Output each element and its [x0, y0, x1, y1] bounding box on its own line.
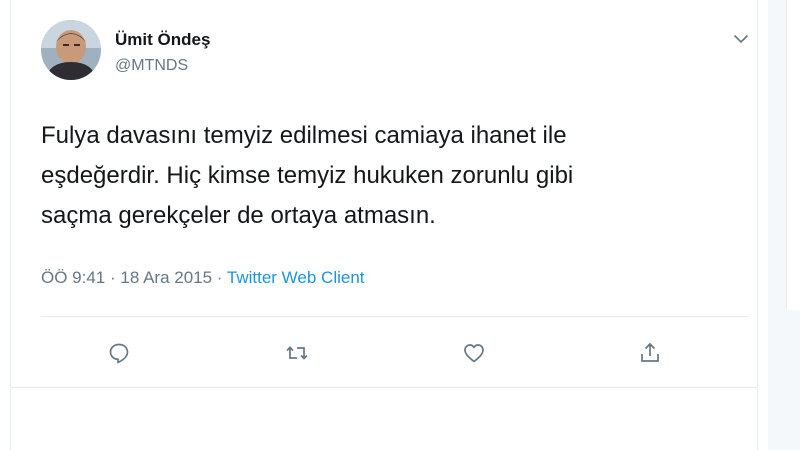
next-tweet-card [10, 389, 758, 450]
reply-button[interactable] [105, 339, 133, 367]
tweet-card: Ümit Öndeş @MTNDS Fulya davasını temyiz … [10, 0, 758, 388]
chevron-down-icon [733, 34, 749, 44]
share-button[interactable] [636, 339, 664, 367]
retweet-icon [286, 346, 308, 360]
avatar-photo [41, 20, 101, 80]
user-handle[interactable]: @MTNDS [115, 57, 188, 75]
tweet-menu-button[interactable] [730, 28, 752, 50]
sidebar-panel-edge [786, 0, 800, 310]
reply-icon [109, 343, 129, 364]
tweet-metadata: ÖÖ 9:41 · 18 Ara 2015 · Twitter Web Clie… [41, 268, 365, 288]
tweet-client-link[interactable]: Twitter Web Client [227, 268, 365, 287]
tweet-text: Fulya davasını temyiz edilmesi camiaya i… [41, 116, 731, 236]
tweet-date[interactable]: 18 Ara 2015 [120, 268, 212, 287]
display-name[interactable]: Ümit Öndeş [115, 30, 210, 50]
meta-separator: · [212, 268, 227, 287]
tweet-text-line: saçma gerekçeler de ortaya atmasın. [41, 202, 436, 229]
heart-icon [464, 344, 484, 363]
avatar[interactable] [41, 20, 101, 80]
tweet-text-line: eşdeğerdir. Hiç kimse temyiz hukuken zor… [41, 162, 574, 189]
tweet-time[interactable]: ÖÖ 9:41 [41, 268, 105, 287]
meta-separator: · [105, 268, 121, 287]
tweet-text-line: Fulya davasını temyiz edilmesi camiaya i… [41, 122, 567, 149]
divider [41, 316, 749, 317]
share-icon [641, 342, 659, 362]
retweet-button[interactable] [283, 339, 311, 367]
like-button[interactable] [460, 339, 488, 367]
